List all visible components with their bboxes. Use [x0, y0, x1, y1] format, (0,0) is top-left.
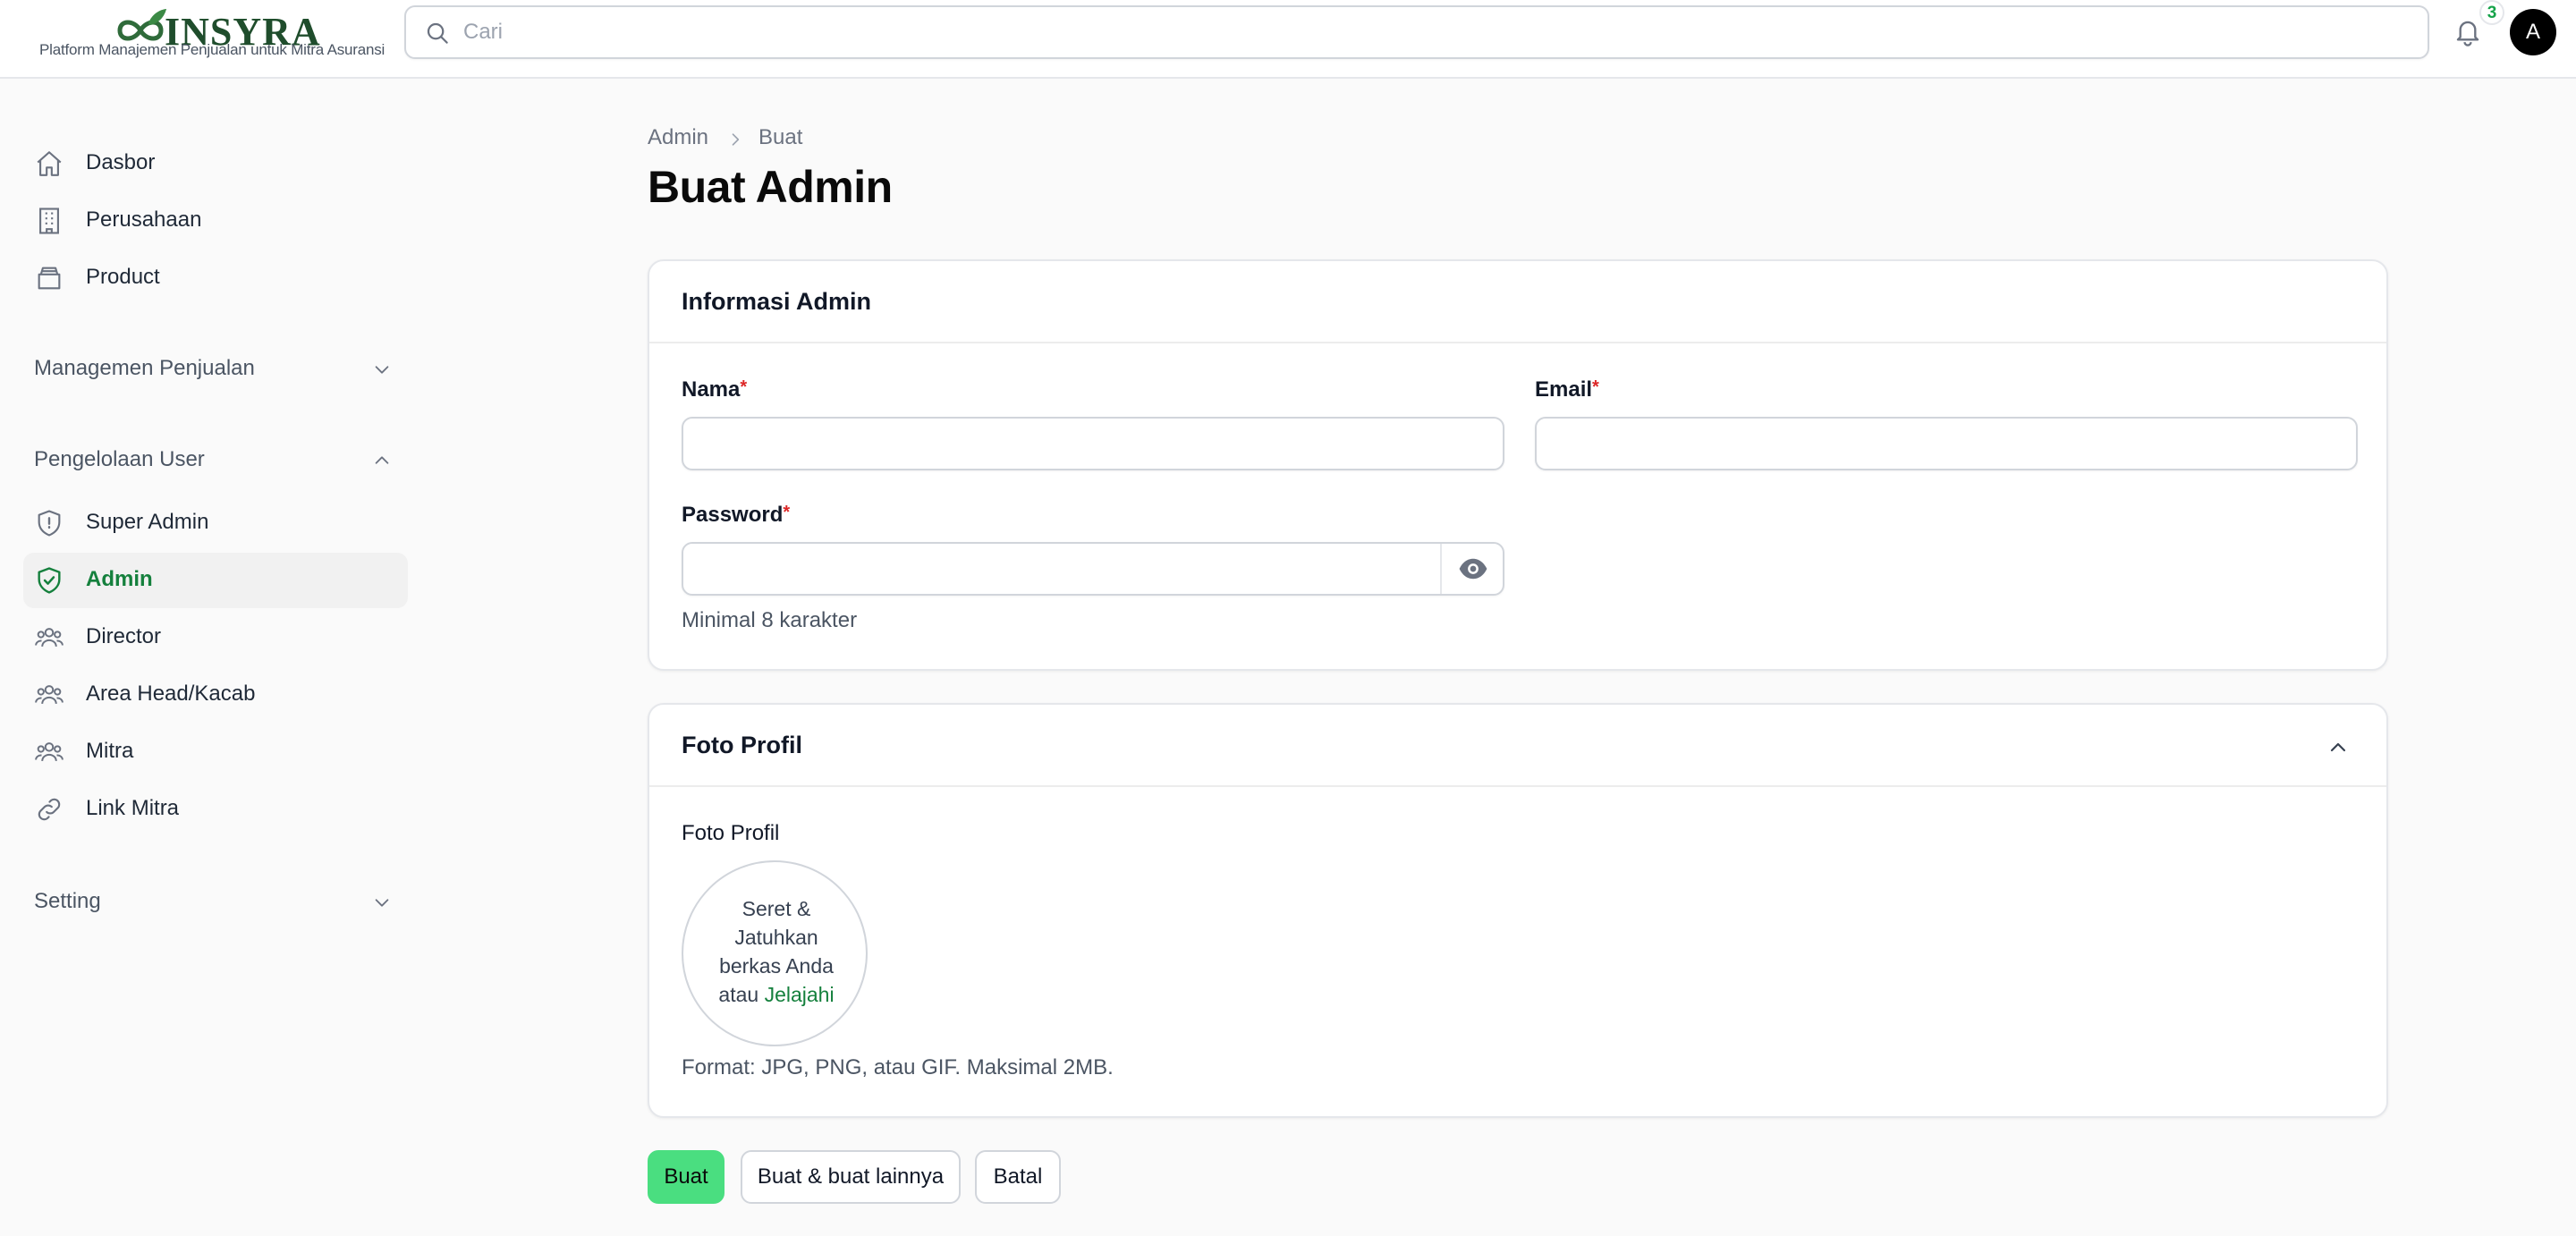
- search-input[interactable]: [463, 14, 2413, 50]
- sidebar-item-label: Area Head/Kacab: [86, 681, 256, 706]
- toggle-password-visibility-button[interactable]: [1442, 544, 1504, 594]
- name-input[interactable]: [696, 428, 1490, 461]
- chevron-down-icon: [375, 366, 389, 374]
- admin-info-card: Informasi Admin Nama* Email* Password* M…: [648, 259, 2388, 671]
- sidebar-group-pengelolaan-user[interactable]: Pengelolaan User: [23, 440, 408, 479]
- brand-tagline: Platform Manajemen Penjualan untuk Mitra…: [39, 41, 386, 58]
- sidebar-group-label: Managemen Penjualan: [34, 356, 255, 380]
- sidebar-item-area-head[interactable]: Area Head/Kacab: [23, 667, 408, 723]
- sidebar-item-label: Perusahaan: [86, 207, 202, 232]
- sidebar-item-director[interactable]: Director: [23, 610, 408, 665]
- card-header[interactable]: Foto Profil: [649, 705, 2386, 787]
- shield-icon: [38, 510, 61, 537]
- sidebar-item-label: Mitra: [86, 739, 134, 763]
- building-icon: [39, 207, 59, 234]
- top-bar: INSYRA Platform Manajemen Penjualan untu…: [0, 0, 2576, 79]
- sidebar: Dasbor Perusahaan Product Managemen Penj…: [0, 80, 420, 1236]
- shield-check-icon: [38, 567, 61, 594]
- browse-link[interactable]: Jelajahi: [765, 983, 835, 1006]
- password-label: Password*: [682, 503, 790, 528]
- cancel-button[interactable]: Batal: [975, 1150, 1061, 1204]
- create-another-button[interactable]: Buat & buat lainnya: [741, 1150, 961, 1204]
- card-header: Informasi Admin: [649, 261, 2386, 343]
- card-title: Foto Profil: [682, 732, 802, 758]
- sidebar-item-label: Product: [86, 265, 160, 289]
- chevron-right-icon: [732, 133, 740, 146]
- name-label: Nama*: [682, 377, 747, 402]
- search-icon: [427, 22, 448, 44]
- sidebar-item-label: Dasbor: [86, 150, 156, 174]
- photo-dropzone[interactable]: Seret & Jatuhkan berkas Anda atau Jelaja…: [682, 860, 868, 1046]
- photo-format-hint: Format: JPG, PNG, atau GIF. Maksimal 2MB…: [682, 1055, 1114, 1079]
- required-mark: *: [740, 377, 748, 397]
- sidebar-item-label: Link Mitra: [86, 796, 180, 820]
- sidebar-item-perusahaan[interactable]: Perusahaan: [23, 193, 408, 249]
- home-icon: [37, 151, 62, 176]
- eye-icon: [1459, 558, 1487, 580]
- sidebar-group-label: Setting: [34, 889, 101, 913]
- create-button[interactable]: Buat: [648, 1150, 724, 1204]
- box-icon: [38, 267, 61, 290]
- required-mark: *: [1592, 377, 1599, 397]
- bell-icon[interactable]: [2453, 16, 2483, 48]
- password-label-text: Password: [682, 503, 784, 527]
- email-input[interactable]: [1549, 428, 2343, 461]
- infinity-leaf-icon: [117, 9, 166, 41]
- global-search[interactable]: [404, 5, 2429, 59]
- breadcrumb-link-admin[interactable]: Admin: [648, 125, 708, 150]
- profile-photo-card: Foto Profil Foto Profil Seret & Jatuhkan…: [648, 703, 2388, 1118]
- sidebar-item-super-admin[interactable]: Super Admin: [23, 495, 408, 551]
- sidebar-item-label: Super Admin: [86, 510, 209, 534]
- photo-field-label: Foto Profil: [682, 821, 780, 845]
- users-icon: [35, 685, 64, 705]
- password-field[interactable]: [682, 542, 1504, 596]
- users-icon: [35, 628, 64, 648]
- sidebar-item-label: Director: [86, 624, 162, 648]
- page-title: Buat Admin: [648, 162, 893, 212]
- name-field[interactable]: [682, 417, 1504, 470]
- sidebar-item-dasbor[interactable]: Dasbor: [23, 136, 408, 191]
- chevron-down-icon: [375, 899, 389, 907]
- password-hint: Minimal 8 karakter: [682, 608, 858, 632]
- sidebar-item-link-mitra[interactable]: Link Mitra: [23, 782, 408, 837]
- users-icon: [35, 742, 64, 762]
- sidebar-group-setting[interactable]: Setting: [23, 882, 408, 921]
- user-avatar[interactable]: A: [2510, 9, 2556, 55]
- required-mark: *: [783, 503, 791, 522]
- email-field[interactable]: [1535, 417, 2358, 470]
- sidebar-group-label: Pengelolaan User: [34, 447, 205, 471]
- link-icon: [38, 798, 61, 821]
- chevron-up-icon: [375, 456, 389, 464]
- sidebar-item-label: Admin: [86, 567, 153, 591]
- name-label-text: Nama: [682, 377, 741, 402]
- chevron-up-icon[interactable]: [2327, 737, 2349, 758]
- dropzone-instructions: Seret & Jatuhkan berkas Anda atau Jelaja…: [701, 894, 852, 1009]
- password-input[interactable]: [696, 553, 1429, 587]
- sidebar-group-managemen-penjualan[interactable]: Managemen Penjualan: [23, 349, 408, 388]
- email-label: Email*: [1535, 377, 1599, 402]
- brand-logo[interactable]: INSYRA Platform Manajemen Penjualan untu…: [39, 5, 385, 68]
- sidebar-item-admin[interactable]: Admin: [23, 553, 408, 608]
- card-title: Informasi Admin: [682, 288, 872, 315]
- sidebar-item-product[interactable]: Product: [23, 250, 408, 306]
- notification-badge: 3: [2479, 0, 2504, 25]
- breadcrumb-current: Buat: [758, 125, 803, 149]
- email-label-text: Email: [1535, 377, 1593, 402]
- sidebar-item-mitra[interactable]: Mitra: [23, 724, 408, 780]
